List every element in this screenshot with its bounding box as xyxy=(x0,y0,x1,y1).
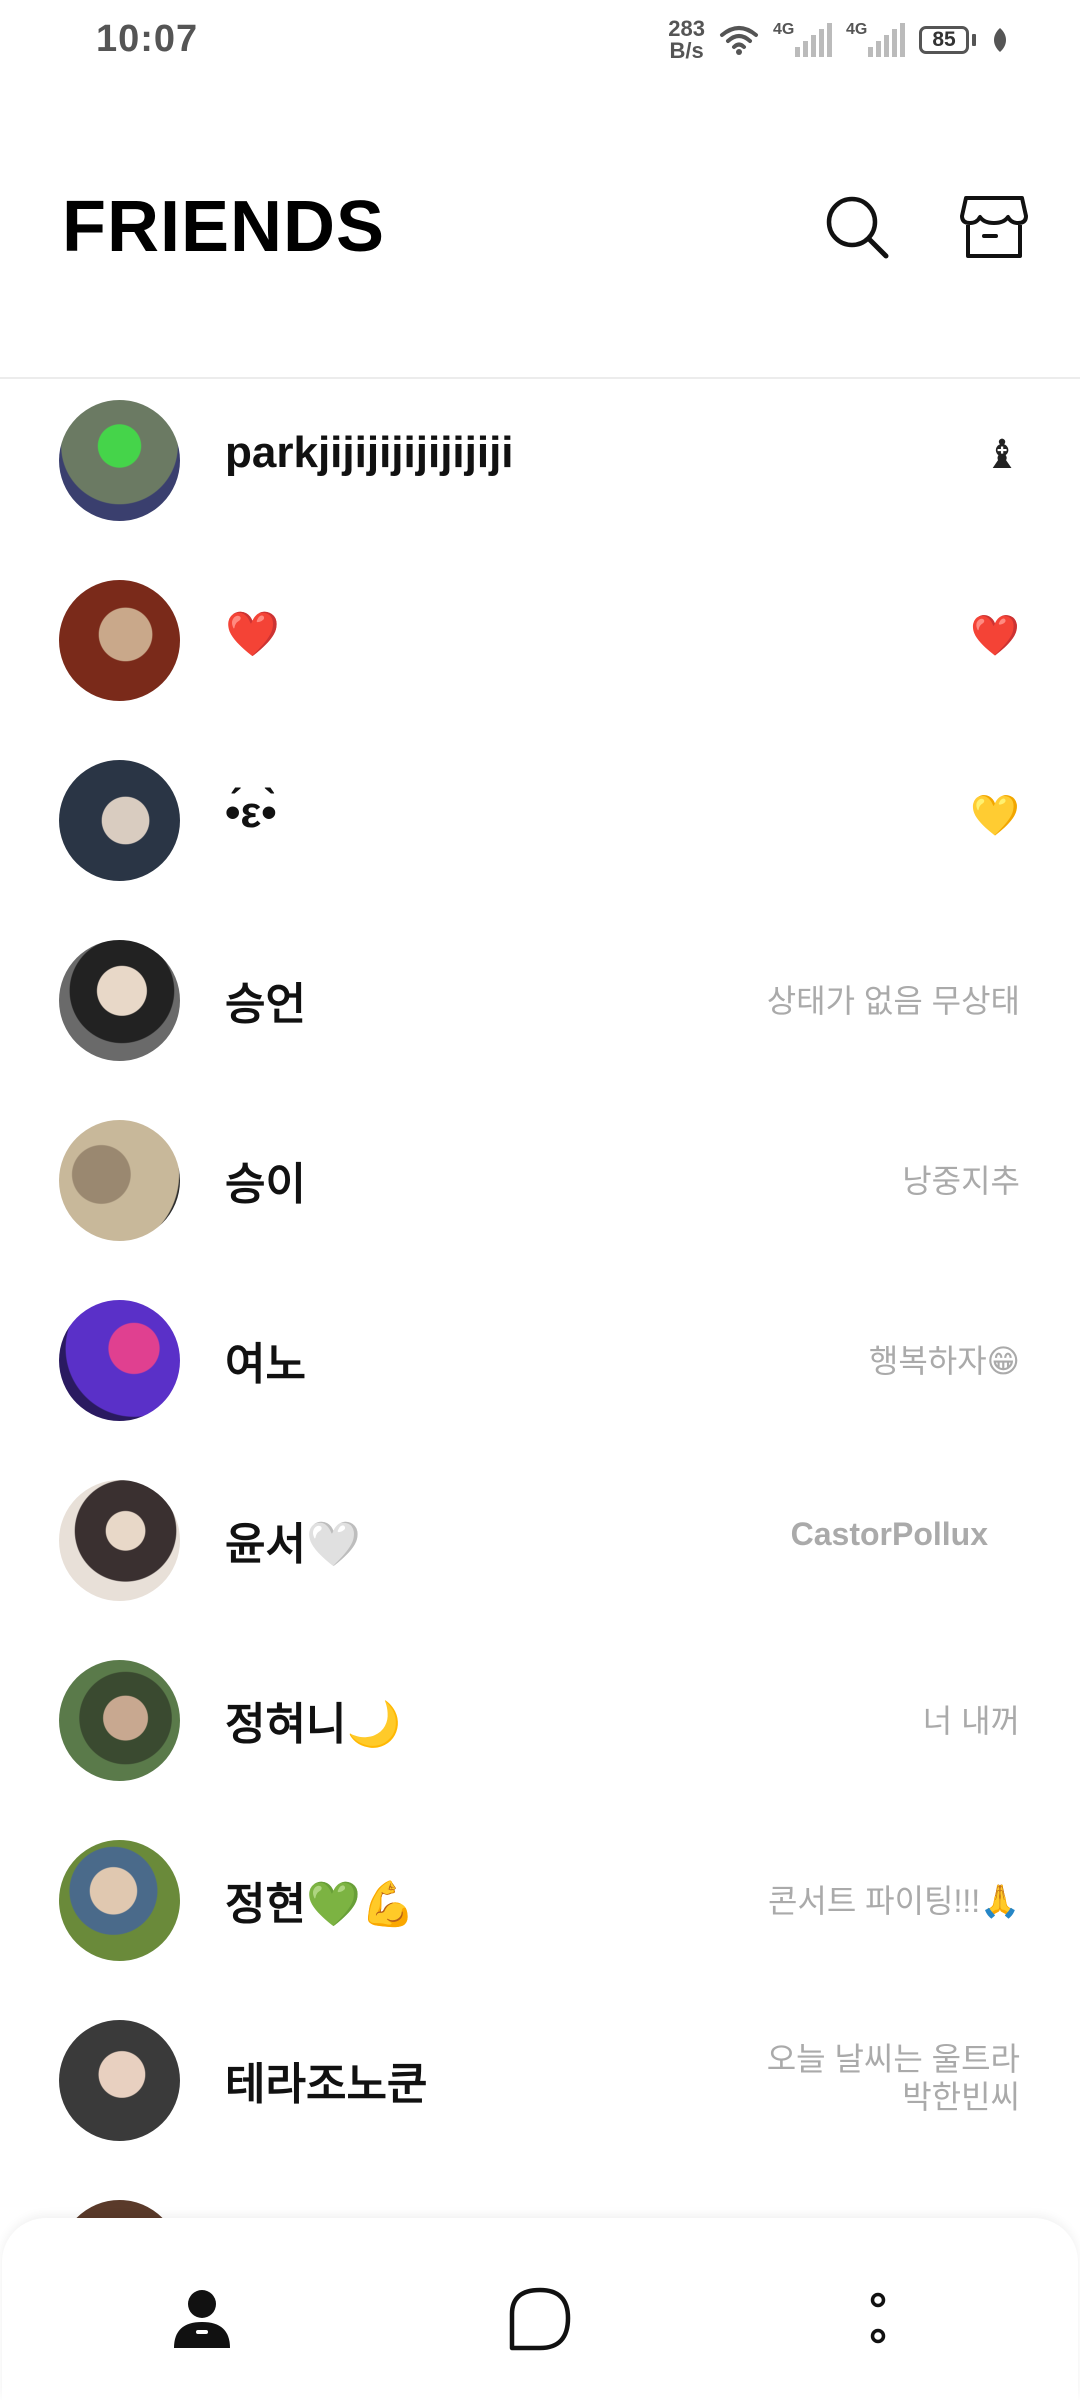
signal-2-icon: 4G xyxy=(846,21,905,57)
search-button[interactable] xyxy=(820,190,896,266)
shop-button[interactable] xyxy=(956,190,1032,266)
header-divider xyxy=(0,377,1080,379)
page-title: FRIENDS xyxy=(62,187,386,267)
status-time: 10:07 xyxy=(96,18,199,60)
friend-row[interactable]: 승이 낭중지추 xyxy=(0,1120,1080,1290)
search-icon xyxy=(826,196,889,259)
friend-status: 상태가 없음 무상태 xyxy=(766,983,1020,1019)
avatar xyxy=(59,1120,180,1241)
friend-row[interactable]: 테라조노쿤 오늘 날씨는 울트라 박한빈씨 xyxy=(0,2020,1080,2190)
friend-status: 콘서트 파이팅!!!🙏 xyxy=(767,1883,1020,1919)
battery-icon: 85 xyxy=(919,26,976,54)
friend-row[interactable]: 정혀니🌙 너 내꺼 xyxy=(0,1660,1080,1830)
friend-name: 여노 xyxy=(225,1340,306,1389)
friend-status-line-2: 박한빈씨 xyxy=(902,2079,1020,2115)
friend-status: 행복하자😁 xyxy=(868,1343,1020,1379)
friend-name: 테라조노쿤 xyxy=(225,2060,428,2109)
shop-icon xyxy=(960,196,1028,258)
friend-name: parkjijijijijijijiji xyxy=(225,428,514,477)
avatar xyxy=(59,940,180,1061)
friend-status: 너 내꺼 xyxy=(922,1703,1020,1739)
friend-status: 낭중지추 xyxy=(902,1163,1020,1199)
nav-chats-tab[interactable] xyxy=(500,2278,580,2358)
avatar xyxy=(59,2020,180,2141)
friend-row[interactable]: 승언 상태가 없음 무상태 xyxy=(0,940,1080,1110)
avatar xyxy=(59,400,180,521)
nav-friends-tab[interactable] xyxy=(162,2278,242,2358)
signal-1-label: 4G xyxy=(773,21,795,38)
avatar xyxy=(59,580,180,701)
wifi-icon xyxy=(720,26,758,55)
friend-name: 윤서🤍 xyxy=(225,1520,361,1569)
person-icon xyxy=(174,2290,230,2348)
net-speed-value: 283 xyxy=(668,16,705,41)
avatar xyxy=(59,1300,180,1421)
avatar xyxy=(59,1660,180,1781)
more-icon xyxy=(870,2292,886,2344)
friend-row[interactable]: ❤️ ❤️ xyxy=(0,580,1080,750)
friend-status: 오늘 날씨는 울트라 박한빈씨 xyxy=(767,2040,1020,2116)
friend-name: ❤️ xyxy=(225,610,280,659)
friend-status: ♝ xyxy=(984,433,1020,477)
friend-name: •́ε•̀ xyxy=(225,788,277,837)
chat-bubble-icon xyxy=(509,2287,571,2351)
friend-name: 승언 xyxy=(225,980,306,1029)
bottom-navigation xyxy=(2,2218,1078,2400)
avatar xyxy=(59,760,180,881)
avatar xyxy=(59,1840,180,1961)
signal-2-label: 4G xyxy=(846,21,868,38)
avatar xyxy=(59,1480,180,1601)
signal-1-icon: 4G xyxy=(773,21,832,57)
friend-row[interactable]: 윤서🤍 CastorPollux xyxy=(0,1480,1080,1650)
status-bar: 10:07 283 B/s 4G 4G 85 xyxy=(0,0,1080,80)
friend-name: 승이 xyxy=(225,1160,306,1209)
status-icons: 283 B/s 4G 4G 85 xyxy=(668,14,1010,66)
friend-status: CastorPollux xyxy=(790,1516,988,1552)
leaf-icon xyxy=(994,28,1006,52)
friend-row[interactable]: parkjijijijijijijiji ♝ xyxy=(0,400,1080,570)
friend-name: 정현💚💪 xyxy=(225,1880,416,1929)
battery-level: 85 xyxy=(919,26,969,54)
friend-row[interactable]: 여노 행복하자😁 xyxy=(0,1300,1080,1470)
friend-name: 정혀니🌙 xyxy=(225,1700,402,1749)
net-speed: 283 B/s xyxy=(668,18,705,62)
friend-status: ❤️ xyxy=(970,614,1020,658)
net-speed-unit: B/s xyxy=(669,38,704,63)
friend-row[interactable]: •́ε•̀ 💛 xyxy=(0,760,1080,930)
friend-status-line-1: 오늘 날씨는 울트라 xyxy=(766,2041,1020,2077)
nav-more-tab[interactable] xyxy=(838,2278,918,2358)
friend-row[interactable]: 정현💚💪 콘서트 파이팅!!!🙏 xyxy=(0,1840,1080,2010)
friend-status: 💛 xyxy=(970,794,1020,838)
app-header: FRIENDS xyxy=(0,150,1080,300)
